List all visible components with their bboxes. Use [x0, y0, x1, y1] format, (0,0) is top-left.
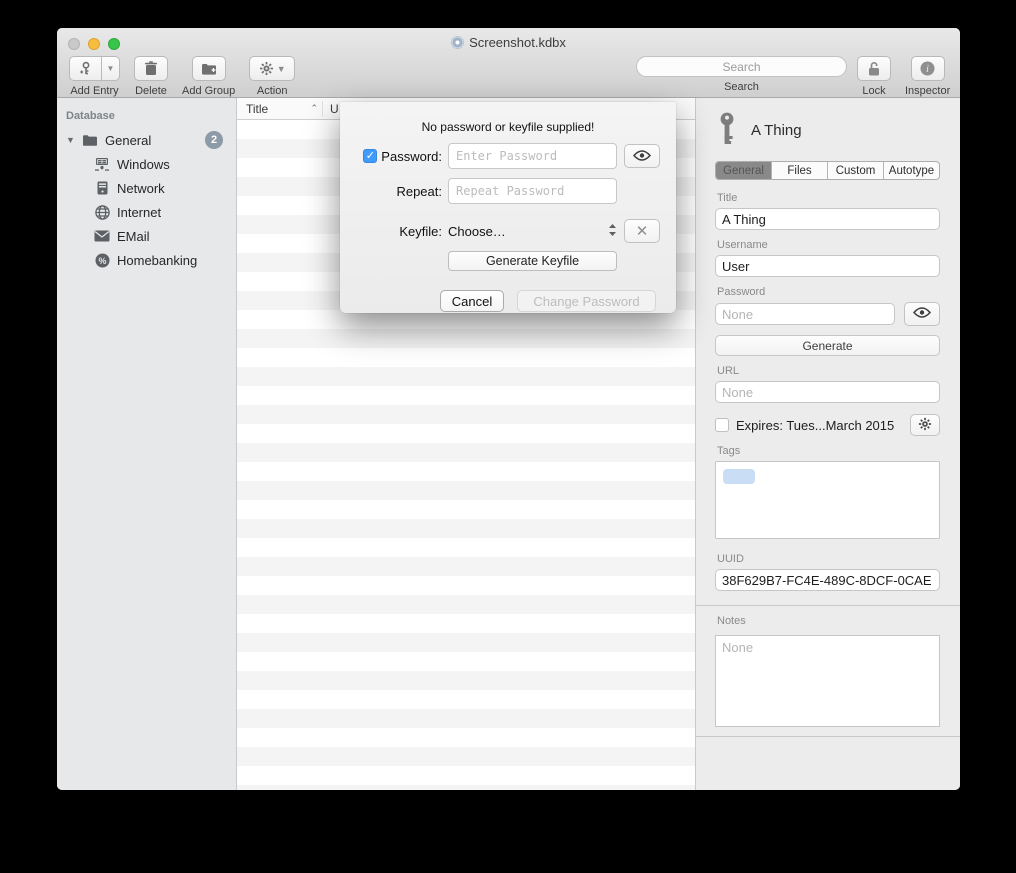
chevron-down-icon: ▼: [277, 64, 286, 74]
password-label: Password: [717, 286, 940, 298]
sidebar-item-label: EMail: [117, 229, 150, 244]
enter-password-input[interactable]: [448, 143, 617, 169]
keyfile-label: Keyfile:: [340, 224, 442, 239]
entry-count-badge: 2: [205, 131, 223, 149]
folder-plus-icon: [201, 62, 217, 76]
entry-title: A Thing: [751, 122, 802, 139]
window-title: Screenshot.kdbx: [57, 35, 960, 50]
reveal-password-button[interactable]: [624, 144, 660, 168]
sort-ascending-icon: ⌃: [310, 103, 318, 114]
search-input[interactable]: [636, 56, 847, 77]
inspector-button[interactable]: i Inspector: [905, 56, 950, 97]
reveal-password-button[interactable]: [904, 302, 940, 326]
section-divider: [696, 736, 960, 737]
sidebar-item-label: Internet: [117, 205, 161, 220]
open-padlock-icon: [867, 61, 881, 77]
password-label: Password:: [381, 149, 442, 164]
clear-keyfile-button[interactable]: ✕: [624, 219, 660, 243]
generate-keyfile-button[interactable]: Generate Keyfile: [448, 251, 617, 271]
generate-password-button[interactable]: Generate: [715, 335, 940, 356]
inspector-tabs: General Files Custom Autotype: [715, 161, 940, 180]
percent-icon: %: [93, 252, 111, 268]
repeat-password-input[interactable]: [448, 178, 617, 204]
username-label: Username: [717, 239, 940, 251]
sidebar-item-homebanking[interactable]: % Homebanking: [57, 248, 236, 272]
disclosure-triangle-icon[interactable]: ▼: [66, 135, 76, 145]
eye-icon: [633, 149, 651, 164]
info-icon: i: [920, 61, 935, 76]
uuid-field[interactable]: [715, 569, 940, 591]
inspector-panel: A Thing General Files Custom Autotype Ti…: [695, 98, 960, 790]
sidebar-item-label: General: [105, 133, 151, 148]
add-group-button[interactable]: Add Group: [182, 56, 235, 97]
lock-button[interactable]: Lock: [857, 56, 891, 97]
sidebar-item-internet[interactable]: Internet: [57, 200, 236, 224]
gear-icon: [259, 61, 274, 76]
svg-text:%: %: [98, 255, 106, 265]
desktop-background: Screenshot.kdbx ▼ Add Entry: [0, 0, 1016, 873]
password-field[interactable]: [715, 303, 895, 325]
title-label: Title: [717, 192, 940, 204]
svg-text:i: i: [926, 64, 929, 75]
sidebar-item-network[interactable]: Network: [57, 176, 236, 200]
password-checkbox[interactable]: ✓: [363, 149, 377, 163]
expires-options-button[interactable]: [910, 414, 940, 436]
uuid-label: UUID: [717, 553, 940, 565]
keyfile-selected-value: Choose…: [448, 224, 506, 239]
key-icon: [717, 112, 737, 149]
change-password-sheet: No password or keyfile supplied! ✓ Passw…: [340, 102, 676, 313]
sidebar-item-label: Windows: [117, 157, 170, 172]
tab-custom[interactable]: Custom: [828, 162, 884, 179]
globe-icon: [93, 204, 111, 220]
key-plus-icon: [78, 61, 94, 77]
sheet-message: No password or keyfile supplied!: [340, 120, 676, 134]
sidebar-item-label: Homebanking: [117, 253, 197, 268]
close-x-icon: ✕: [636, 222, 649, 240]
sidebar-item-windows[interactable]: Windows: [57, 152, 236, 176]
network-computers-icon: [93, 156, 111, 172]
titlebar-toolbar: Screenshot.kdbx ▼ Add Entry: [57, 28, 960, 98]
folder-icon: [81, 132, 99, 148]
tags-field[interactable]: [715, 461, 940, 539]
tab-general[interactable]: General: [716, 162, 772, 179]
tags-label: Tags: [717, 445, 940, 457]
notes-label: Notes: [717, 615, 940, 627]
envelope-icon: [93, 228, 111, 244]
delete-button[interactable]: Delete: [134, 56, 168, 97]
username-field[interactable]: [715, 255, 940, 277]
sidebar-item-email[interactable]: EMail: [57, 224, 236, 248]
url-field[interactable]: [715, 381, 940, 403]
expires-label: Expires: Tues...March 2015: [736, 418, 903, 433]
search-button-label: Search: [636, 81, 847, 93]
notes-field[interactable]: [715, 635, 940, 727]
sidebar-section-header: Database: [57, 106, 236, 128]
stepper-arrows-icon: [608, 223, 617, 240]
action-button[interactable]: ▼ Action: [249, 56, 295, 97]
change-password-button[interactable]: Change Password: [517, 290, 656, 312]
tag-chip[interactable]: [723, 469, 755, 484]
url-label: URL: [717, 365, 940, 377]
section-divider: [696, 605, 960, 606]
cancel-button[interactable]: Cancel: [440, 290, 504, 312]
tab-autotype[interactable]: Autotype: [884, 162, 939, 179]
sidebar-item-general[interactable]: ▼ General 2: [57, 128, 236, 152]
sidebar-item-label: Network: [117, 181, 165, 196]
add-entry-button[interactable]: ▼ Add Entry: [69, 56, 120, 97]
tab-files[interactable]: Files: [772, 162, 828, 179]
app-window: Screenshot.kdbx ▼ Add Entry: [57, 28, 960, 790]
keyfile-popup-button[interactable]: Choose…: [448, 223, 617, 240]
eye-icon: [913, 307, 931, 321]
column-header-title[interactable]: Title ⌃: [237, 102, 322, 116]
title-field[interactable]: [715, 208, 940, 230]
gear-icon: [918, 417, 932, 434]
chevron-down-icon: ▼: [107, 64, 115, 73]
expires-checkbox[interactable]: [715, 418, 729, 432]
document-icon: [451, 36, 464, 49]
server-icon: [93, 180, 111, 196]
column-header-username[interactable]: U: [323, 102, 339, 116]
repeat-label: Repeat:: [340, 184, 442, 199]
trash-icon: [144, 61, 158, 76]
sidebar: Database ▼ General 2 Windows: [57, 98, 237, 790]
